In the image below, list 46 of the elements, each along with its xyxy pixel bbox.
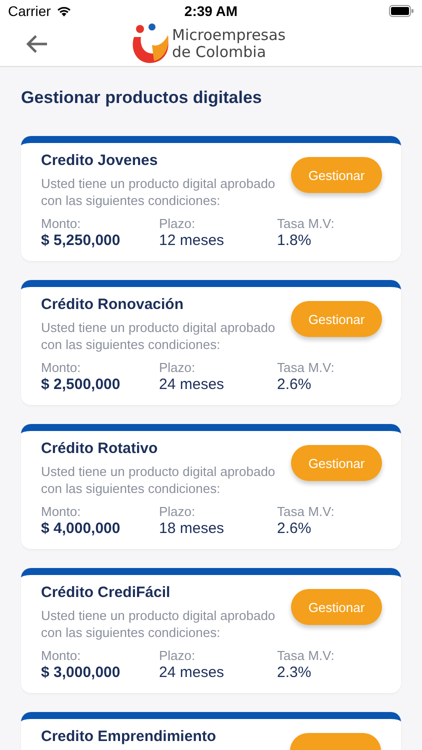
manage-button[interactable]: Gestionar <box>291 157 382 193</box>
field-label: Plazo: <box>159 648 196 663</box>
field-label: Plazo: <box>159 360 196 375</box>
product-name: Crédito Rotativo <box>41 440 159 457</box>
field-label: Monto: <box>41 504 82 519</box>
product-description: Usted tiene un producto digital aprobado con las siguientes condiciones: <box>41 175 276 209</box>
status-time: 2:39 AM <box>184 3 238 19</box>
product-description: Usted tiene un producto digital aprobado con las siguientes condiciones: <box>41 463 276 497</box>
field-label: Monto: <box>41 360 82 375</box>
field-label: Monto: <box>41 648 82 663</box>
product-description: Usted tiene un producto digital aprobado con las siguientes condiciones: <box>41 607 276 641</box>
field-value: 12 meses <box>159 232 226 249</box>
field-value: $ 4,000,000 <box>41 520 122 537</box>
field-value: $ 5,250,000 <box>41 232 122 249</box>
field-label: Monto: <box>41 216 82 231</box>
field-label: Tasa M.V: <box>277 648 336 663</box>
manage-button[interactable]: Gestionar <box>291 301 382 337</box>
logo-text: de Colombia <box>172 44 266 61</box>
logo-mark-icon <box>130 23 170 65</box>
field-label: Plazo: <box>159 216 196 231</box>
product-name: Crédito Ronovación <box>41 296 185 313</box>
manage-button[interactable]: Gestionar <box>291 445 382 481</box>
back-arrow-icon[interactable] <box>25 34 49 54</box>
page-title: Gestionar productos digitales <box>21 88 263 108</box>
carrier-label: Carrier <box>8 3 51 19</box>
field-label: Tasa M.V: <box>277 360 336 375</box>
logo-text: Microempresas <box>172 27 286 44</box>
product-name: Crédito CrediFácil <box>41 584 172 601</box>
field-value: 24 meses <box>159 664 226 681</box>
field-value: 2.3% <box>277 664 312 681</box>
field-value: 2.6% <box>277 520 312 537</box>
field-label: Tasa M.V: <box>277 216 336 231</box>
manage-button[interactable]: Gestionar <box>291 589 382 625</box>
field-value: 2.6% <box>277 376 312 393</box>
field-value: $ 2,500,000 <box>41 376 122 393</box>
field-label: Plazo: <box>159 504 196 519</box>
product-name: Credito Jovenes <box>41 152 159 169</box>
field-value: 24 meses <box>159 376 226 393</box>
battery-icon <box>389 5 414 17</box>
field-value: $ 3,000,000 <box>41 664 122 681</box>
field-value: 1.8% <box>277 232 312 249</box>
product-description: Usted tiene un producto digital aprobado con las siguientes condiciones: <box>41 319 276 353</box>
field-value: 18 meses <box>159 520 226 537</box>
field-label: Tasa M.V: <box>277 504 336 519</box>
wifi-icon <box>56 5 72 17</box>
product-name: Credito Emprendimiento <box>41 728 216 745</box>
